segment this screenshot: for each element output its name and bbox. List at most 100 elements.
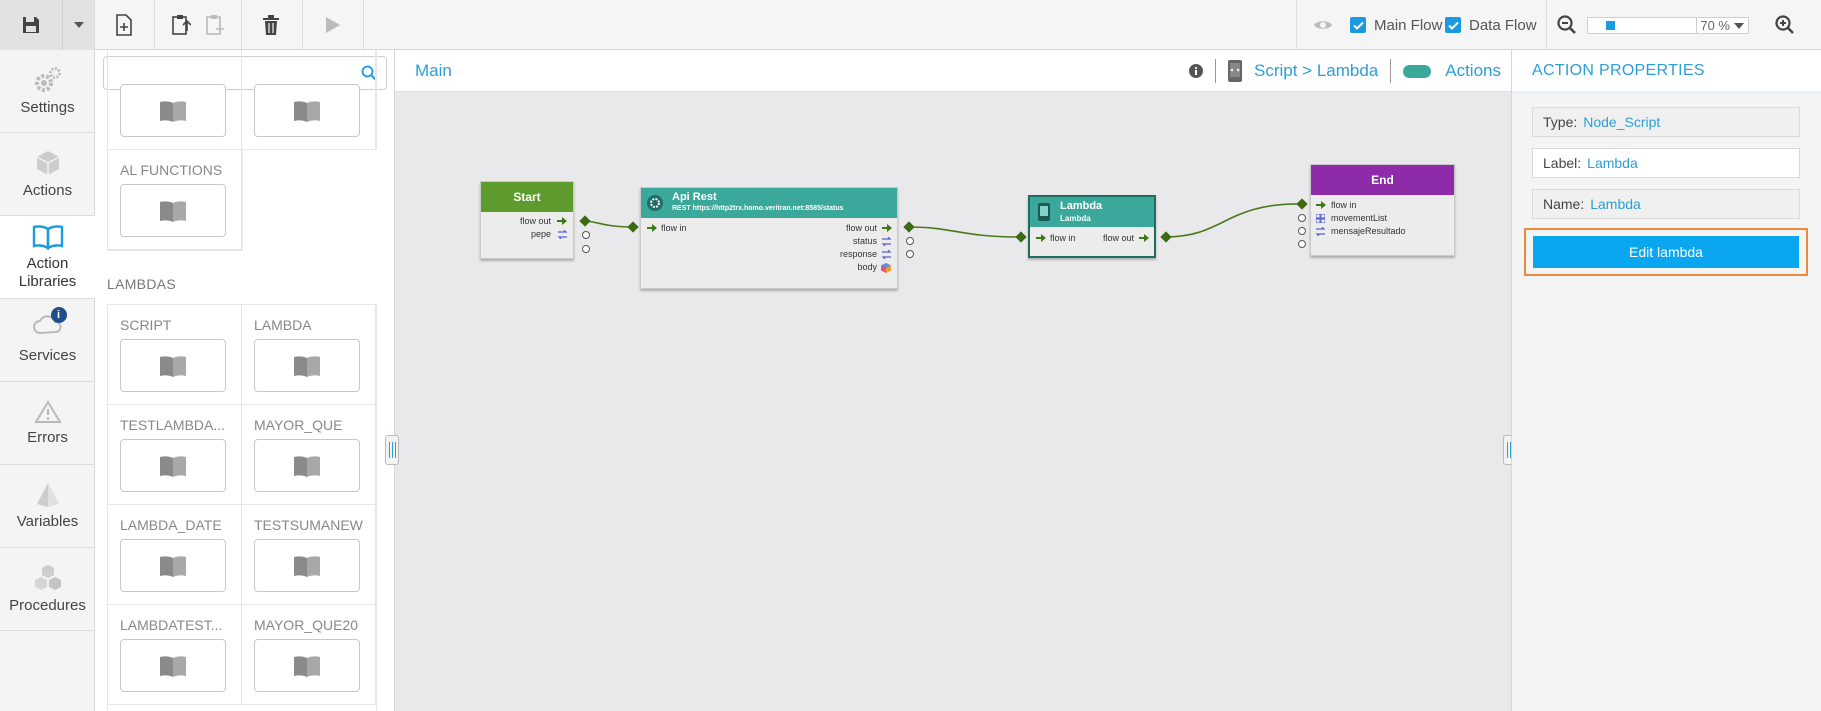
- library-item-label: AL FUNCTIONS: [120, 162, 223, 178]
- nav-item-services[interactable]: i Services: [0, 299, 95, 382]
- node-lambda-header: Lambda Lambda: [1030, 197, 1154, 227]
- port-label: flow out: [1102, 233, 1134, 243]
- port-label: pepe: [530, 229, 551, 239]
- port-connector[interactable]: [1298, 227, 1306, 235]
- visibility-toggle[interactable]: [1310, 0, 1336, 50]
- main-flow-checkbox[interactable]: [1350, 17, 1366, 33]
- port-connector[interactable]: [906, 237, 914, 245]
- nav-item-action-libraries[interactable]: Action Libraries: [0, 216, 95, 299]
- library-card[interactable]: [120, 84, 226, 137]
- toolbar-divider: [1296, 0, 1297, 50]
- node-lambda-title: Lambda: [1060, 200, 1103, 212]
- library-item-testsumanew[interactable]: TESTSUMANEW: [242, 505, 376, 605]
- checkmark-icon: [1447, 21, 1459, 30]
- node-api-rest[interactable]: Api Rest REST https://http2trx.homo.veri…: [640, 187, 898, 289]
- save-button[interactable]: [0, 0, 62, 50]
- port-connector[interactable]: [1298, 240, 1306, 248]
- data-flow-toggle[interactable]: Data Flow: [1445, 0, 1537, 50]
- nav-item-settings[interactable]: Settings: [0, 50, 95, 133]
- copy-button[interactable]: [164, 0, 198, 50]
- functions-grid-bottom: AL FUNCTIONS: [107, 150, 243, 251]
- nav-item-variables[interactable]: Variables: [0, 465, 95, 548]
- library-card[interactable]: [120, 339, 226, 392]
- new-document-button[interactable]: [104, 0, 144, 50]
- chevron-down-icon: [1734, 23, 1744, 29]
- zoom-slider-thumb[interactable]: [1606, 21, 1615, 30]
- library-card[interactable]: [120, 184, 226, 237]
- nav-item-procedures[interactable]: Procedures: [0, 548, 95, 631]
- cube-color-icon: [881, 263, 891, 273]
- nav-label-errors: Errors: [27, 428, 68, 446]
- save-options-dropdown[interactable]: [62, 0, 94, 50]
- library-item-lambda[interactable]: LAMBDA: [242, 305, 376, 405]
- library-card[interactable]: [120, 539, 226, 592]
- node-end-title: End: [1311, 165, 1454, 195]
- pyramid-icon: [36, 482, 59, 507]
- library-card[interactable]: [254, 339, 360, 392]
- library-item-lambda-date[interactable]: LAMBDA_DATE: [108, 505, 242, 605]
- data-flow-checkbox[interactable]: [1445, 17, 1461, 33]
- library-item-mayor-que20[interactable]: MAYOR_QUE20: [242, 605, 376, 705]
- library-item-label: LAMBDATEST...: [120, 617, 223, 633]
- run-button[interactable]: [312, 0, 352, 50]
- gears-icon: [34, 66, 61, 92]
- node-api-rest-title: Api Rest: [672, 191, 717, 203]
- toolbar-divider: [154, 0, 155, 50]
- library-item-lambdatest[interactable]: LAMBDATEST...: [108, 605, 242, 705]
- lambdas-grid: SCRIPT LAMBDA TESTLAMBDA... MAYOR_QUE LA…: [107, 304, 377, 711]
- data-swap-icon: [557, 230, 568, 239]
- left-panel-resize-handle[interactable]: [385, 435, 399, 465]
- nav-label-action-libraries: Action Libraries: [18, 254, 77, 290]
- paste-button[interactable]: [198, 0, 232, 50]
- library-item-label: LAMBDA_DATE: [120, 517, 222, 533]
- library-card[interactable]: [120, 439, 226, 492]
- label-field[interactable]: Label: Lambda: [1532, 148, 1800, 178]
- nav-item-errors[interactable]: Errors: [0, 382, 95, 465]
- library-card[interactable]: [254, 439, 360, 492]
- label-value[interactable]: Lambda: [1587, 155, 1638, 171]
- library-item-label: TESTLAMBDA...: [120, 417, 226, 433]
- node-start-title: Start: [481, 182, 573, 212]
- flow-canvas[interactable]: Main Script > Lambda Actions Start flow …: [385, 50, 1517, 711]
- port-connector[interactable]: [1298, 214, 1306, 222]
- zoom-slider[interactable]: [1587, 17, 1697, 34]
- port-connector[interactable]: [906, 250, 914, 258]
- library-item-testlambda[interactable]: TESTLAMBDA...: [108, 405, 242, 505]
- arrow-right-icon: [1139, 234, 1149, 242]
- trash-icon: [263, 15, 279, 35]
- node-lambda[interactable]: Lambda Lambda flow in flow out: [1028, 195, 1156, 258]
- library-card[interactable]: [254, 639, 360, 692]
- library-card[interactable]: [254, 84, 360, 137]
- node-start[interactable]: Start flow out pepe: [480, 181, 574, 259]
- library-card[interactable]: [120, 639, 226, 692]
- main-flow-toggle[interactable]: Main Flow: [1350, 0, 1442, 50]
- nav-label-services: Services: [18, 347, 77, 364]
- delete-button[interactable]: [251, 0, 291, 50]
- library-item[interactable]: AL FUNCTIONS: [108, 150, 242, 250]
- action-library-panel: AL FUNCTIONS LAMBDAS SCRIPT LAMBDA TESTL…: [95, 50, 395, 711]
- library-item[interactable]: [108, 50, 242, 150]
- main-flow-label: Main Flow: [1374, 16, 1443, 34]
- toolbar-divider: [241, 0, 242, 50]
- name-field: Name: Lambda: [1532, 189, 1800, 219]
- port-connector[interactable]: [582, 231, 590, 239]
- properties-title: ACTION PROPERTIES: [1532, 62, 1705, 79]
- port-connector[interactable]: [582, 245, 590, 253]
- nav-item-actions[interactable]: Actions: [0, 133, 95, 216]
- node-end[interactable]: End flow in movementList mensajeResultad…: [1310, 164, 1455, 256]
- zoom-in-button[interactable]: [1772, 0, 1798, 50]
- library-item-mayor-que[interactable]: MAYOR_QUE: [242, 405, 376, 505]
- edit-lambda-button[interactable]: Edit lambda: [1533, 236, 1799, 268]
- arrow-right-icon: [1316, 201, 1326, 209]
- toolbar-divider: [302, 0, 303, 50]
- zoom-level-value: 70 %: [1700, 18, 1730, 33]
- zoom-out-icon: [1557, 15, 1576, 34]
- zoom-level-select[interactable]: 70 %: [1697, 17, 1749, 34]
- open-book-icon: [32, 224, 63, 250]
- library-card[interactable]: [254, 539, 360, 592]
- grid-icon: [1316, 214, 1325, 223]
- library-item[interactable]: [242, 50, 376, 150]
- zoom-out-button[interactable]: [1554, 0, 1580, 50]
- warning-icon: [33, 399, 62, 423]
- library-item-script[interactable]: SCRIPT: [108, 305, 242, 405]
